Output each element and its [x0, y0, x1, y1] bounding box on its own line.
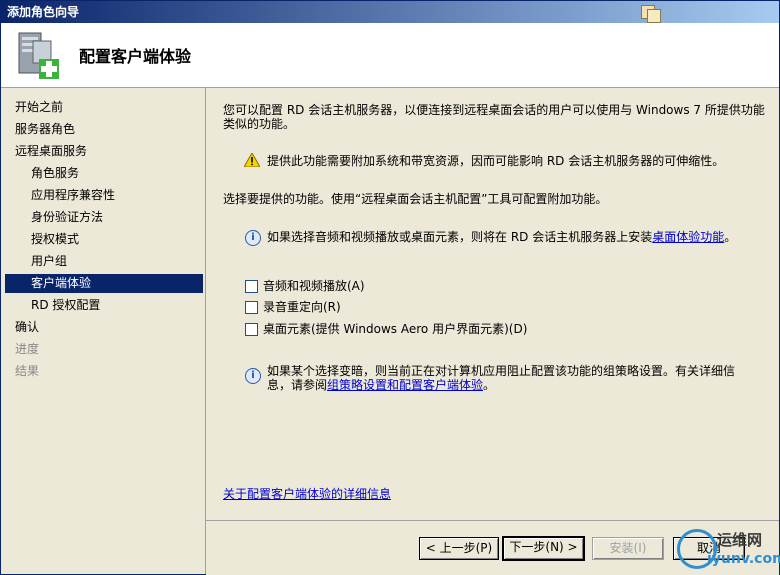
sidebar-item[interactable]: 用户组	[5, 252, 203, 271]
warning-icon	[244, 153, 260, 167]
add-roles-wizard-window: 添加角色向导 配置客户端体验 开始之前服务器角色远程桌面服务 角色服务应用程序兼容…	[0, 0, 780, 575]
page-title: 配置客户端体验	[79, 47, 192, 66]
next-button[interactable]: 下一步(N) >	[502, 536, 585, 561]
desktop-experience-link[interactable]: 桌面体验功能	[652, 230, 724, 244]
sidebar-item[interactable]: 身份验证方法	[5, 208, 203, 227]
desktop-composition-label[interactable]: 桌面元素(提供 Windows Aero 用户界面元素)(D)	[263, 322, 527, 336]
sidebar-item: 进度	[15, 342, 40, 356]
group-policy-link[interactable]: 组策略设置和配置客户端体验	[327, 378, 483, 392]
info-desktop-experience-text: 如果选择音频和视频播放或桌面元素，则将在 RD 会话主机服务器上安装	[267, 230, 653, 244]
info-desktop-experience: 如果选择音频和视频播放或桌面元素，则将在 RD 会话主机服务器上安装桌面体验功能…	[267, 230, 772, 244]
sidebar-item[interactable]: 远程桌面服务	[5, 142, 203, 161]
more-info-link[interactable]: 关于配置客户端体验的详细信息	[223, 487, 391, 501]
info-icon: i	[245, 230, 261, 246]
wizard-header: 配置客户端体验	[1, 23, 779, 88]
window-title: 添加角色向导	[7, 5, 80, 19]
info-group-policy: 如果某个选择变暗，则当前正在对计算机应用阻止配置该功能的组策略设置。有关详细信 …	[267, 364, 772, 392]
wizard-step-list: 开始之前服务器角色远程桌面服务 角色服务应用程序兼容性 身份验证方法 授权模式用户组客…	[1, 88, 206, 574]
audio-video-checkbox[interactable]	[245, 280, 258, 293]
info-desktop-experience-end: 。	[724, 230, 737, 244]
install-button[interactable]: 安装(I)	[592, 537, 664, 560]
site-watermark: 运维网 iyunv.com	[677, 527, 780, 573]
sidebar-item: 结果	[15, 364, 40, 378]
info-group-policy-prefix: 息，请参阅	[267, 378, 328, 392]
back-button[interactable]: < 上一步(P)	[419, 537, 499, 560]
sidebar-item[interactable]: 服务器角色	[5, 120, 203, 139]
sidebar-item[interactable]: RD 授权配置	[5, 296, 203, 315]
info-group-policy-end: 。	[483, 378, 496, 392]
select-prompt: 选择要提供的功能。使用“远程桌面会话主机配置”工具可配置附加功能。	[223, 192, 608, 206]
info-icon: i	[245, 368, 261, 384]
server-add-icon	[18, 32, 59, 79]
desktop-composition-checkbox[interactable]	[245, 323, 258, 336]
watermark-text-1: 运维网	[717, 531, 763, 549]
title-bar[interactable]: 添加角色向导	[1, 1, 779, 23]
wizard-content: 您可以配置 RD 会话主机服务器，以便连接到远程桌面会话的用户可以使用与 Win…	[206, 88, 779, 520]
intro-line-2: 类似的功能。	[223, 117, 296, 131]
sidebar-item[interactable]: 角色服务	[5, 164, 203, 183]
sidebar-item[interactable]: 开始之前	[5, 98, 203, 117]
intro-line-1: 您可以配置 RD 会话主机服务器，以便连接到远程桌面会话的用户可以使用与 Win…	[223, 103, 765, 117]
audio-recording-checkbox[interactable]	[245, 301, 258, 314]
audio-recording-label[interactable]: 录音重定向(R)	[263, 300, 341, 314]
sidebar-item[interactable]: 授权模式	[5, 230, 203, 249]
info-group-policy-line-1: 如果某个选择变暗，则当前正在对计算机应用阻止配置该功能的组策略设置。有关详细信	[267, 364, 736, 378]
audio-video-label[interactable]: 音频和视频播放(A)	[263, 279, 365, 293]
warning-text: 提供此功能需要附加系统和带宽资源，因而可能影响 RD 会话主机服务器的可伸缩性。	[267, 154, 725, 168]
sidebar-item[interactable]: 确认	[5, 318, 203, 337]
windows-stack-icon	[639, 4, 663, 23]
watermark-text-2: iyunv.com	[707, 551, 780, 567]
intro-text: 您可以配置 RD 会话主机服务器，以便连接到远程桌面会话的用户可以使用与 Win…	[223, 103, 773, 131]
sidebar-item[interactable]: 客户端体验	[5, 274, 203, 293]
info-group-policy-line-2: 息，请参阅组策略设置和配置客户端体验。	[267, 378, 772, 392]
sidebar-item[interactable]: 应用程序兼容性	[5, 186, 203, 205]
